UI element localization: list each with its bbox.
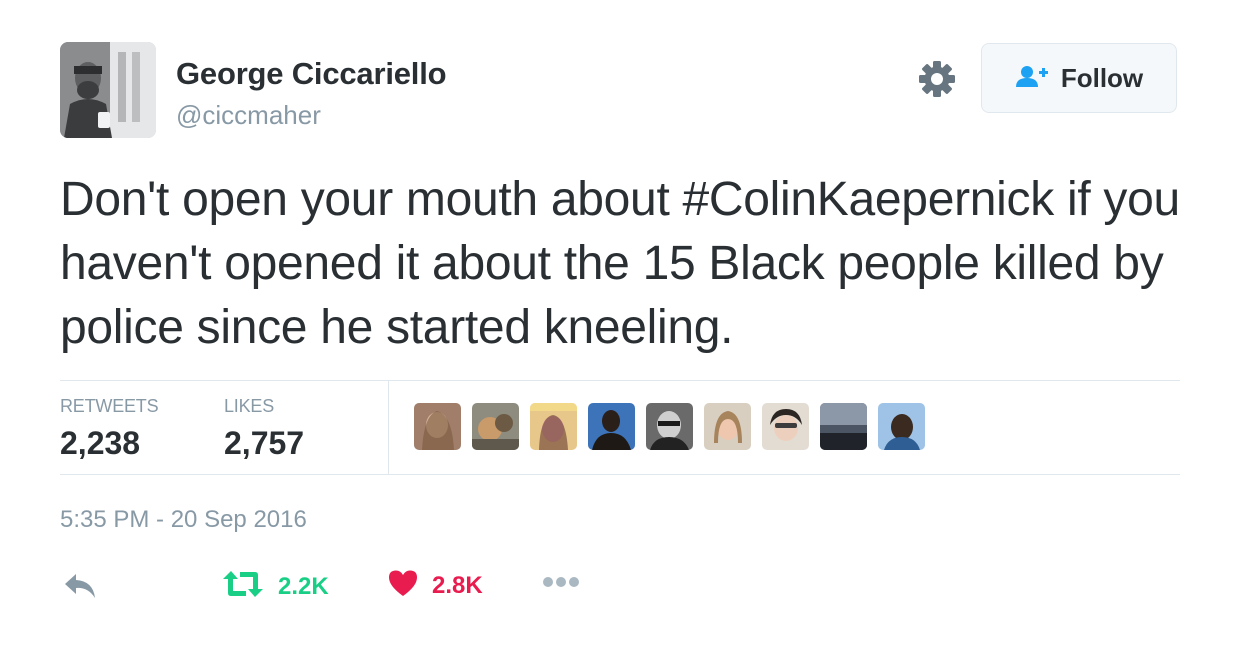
liker-avatar[interactable] [472,403,519,450]
avatar-photo [60,42,156,138]
retweet-icon [222,569,264,604]
follow-user-icon [1015,64,1049,93]
gear-icon[interactable] [918,60,956,98]
likes-label: LIKES [224,396,275,416]
liker-avatar[interactable] [762,403,809,450]
tweet-text-start: Don't open your mouth about [60,173,683,226]
follow-button[interactable]: Follow [981,43,1177,113]
retweet-button[interactable]: 2.2K [222,569,329,604]
retweets-stat[interactable]: RETWEETS 2,238 [60,396,159,462]
stats-divider-bottom [60,474,1180,475]
tweet-actions: 2.2K 2.8K [0,563,1242,607]
retweets-value: 2,238 [60,425,141,461]
like-count: 2.8K [432,571,483,599]
follow-label: Follow [1060,62,1144,93]
likes-value: 2,757 [224,425,305,461]
reply-icon [64,573,96,604]
stats-divider-vertical [388,381,389,474]
liker-avatar[interactable] [414,403,461,450]
tweet-timestamp[interactable]: 5:35 PM - 20 Sep 2016 [60,506,307,534]
likers-list [414,403,925,450]
reply-button[interactable] [64,573,96,604]
tweet-text: Don't open your mouth about #ColinKaeper… [60,168,1200,360]
liker-avatar[interactable] [820,403,867,450]
liker-avatar[interactable] [878,403,925,450]
retweets-label: RETWEETS [60,396,159,416]
more-icon [542,575,580,593]
liker-avatar[interactable] [588,403,635,450]
like-button[interactable]: 2.8K [388,569,483,602]
author-handle[interactable]: @ciccmaher [176,100,321,131]
retweet-count: 2.2K [278,572,329,600]
liker-avatar[interactable] [704,403,751,450]
author-avatar[interactable] [60,42,156,138]
heart-icon [388,569,418,602]
likes-stat[interactable]: LIKES 2,757 [224,396,304,462]
liker-avatar[interactable] [530,403,577,450]
hashtag-link[interactable]: #ColinKaepernick [683,173,1055,226]
author-name[interactable]: George Ciccariello [176,56,447,92]
liker-avatar[interactable] [646,403,693,450]
more-button[interactable] [542,575,580,593]
stats-divider-top [60,380,1180,381]
